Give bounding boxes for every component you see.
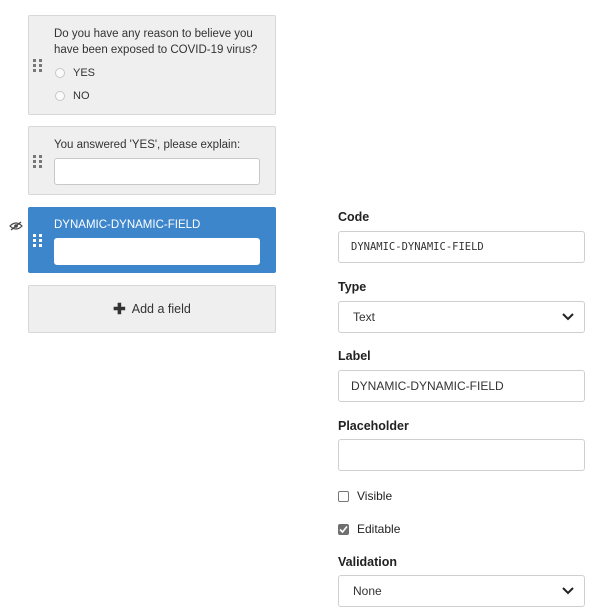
field-question-text: DYNAMIC-DYNAMIC-FIELD [54, 219, 201, 231]
radio-button[interactable] [55, 68, 65, 78]
radio-option-label: NO [73, 90, 90, 102]
eye-slash-icon [9, 218, 23, 231]
editable-checkbox[interactable] [338, 523, 349, 535]
editable-checkbox-row[interactable]: Editable [338, 522, 400, 536]
visible-checkbox-label: Visible [357, 489, 393, 503]
field-question-text: Do you have any reason to believe you ha… [54, 28, 258, 56]
form-field-card-covid-exposure[interactable]: Do you have any reason to believe you ha… [28, 15, 276, 115]
add-field-button[interactable]: ✚ Add a field [28, 285, 276, 333]
label-input[interactable]: DYNAMIC-DYNAMIC-FIELD [338, 370, 585, 402]
code-input-value: DYNAMIC-DYNAMIC-FIELD [351, 241, 484, 253]
field-question-text: You answered 'YES', please explain: [54, 139, 241, 151]
drag-handle-icon[interactable] [33, 155, 43, 169]
dynamic-field-input[interactable] [54, 238, 260, 265]
validation-label: Validation [338, 555, 398, 569]
chevron-down-icon [562, 587, 574, 595]
radio-option-yes[interactable]: YES [55, 65, 95, 81]
radio-option-no[interactable]: NO [55, 88, 90, 104]
radio-button[interactable] [55, 91, 65, 101]
explain-text-input[interactable] [54, 158, 260, 185]
placeholder-label: Placeholder [338, 419, 409, 433]
type-select[interactable]: Text [338, 301, 585, 333]
add-field-label: Add a field [131, 302, 191, 316]
visible-checkbox-row[interactable]: Visible [338, 489, 392, 503]
validation-select[interactable]: None [338, 575, 585, 607]
code-input[interactable]: DYNAMIC-DYNAMIC-FIELD [338, 231, 585, 263]
chevron-down-icon [562, 313, 574, 321]
validation-select-value: None [353, 584, 382, 598]
drag-handle-icon[interactable] [33, 59, 43, 73]
form-field-card-dynamic-selected[interactable]: DYNAMIC-DYNAMIC-FIELD [28, 207, 276, 273]
checkmark-icon [339, 525, 348, 533]
editable-checkbox-label: Editable [357, 522, 401, 536]
label-input-value: DYNAMIC-DYNAMIC-FIELD [351, 379, 504, 393]
visible-checkbox[interactable] [338, 490, 349, 502]
form-builder: Do you have any reason to believe you ha… [0, 0, 604, 615]
type-select-value: Text [353, 310, 376, 324]
placeholder-input[interactable] [338, 439, 585, 471]
radio-option-label: YES [73, 67, 96, 79]
drag-handle-icon[interactable] [33, 234, 43, 248]
code-label: Code [338, 210, 370, 224]
type-label: Type [338, 280, 367, 294]
form-field-card-explain[interactable]: You answered 'YES', please explain: [28, 126, 276, 195]
label-label: Label [338, 349, 371, 363]
plus-icon: ✚ [113, 300, 126, 318]
